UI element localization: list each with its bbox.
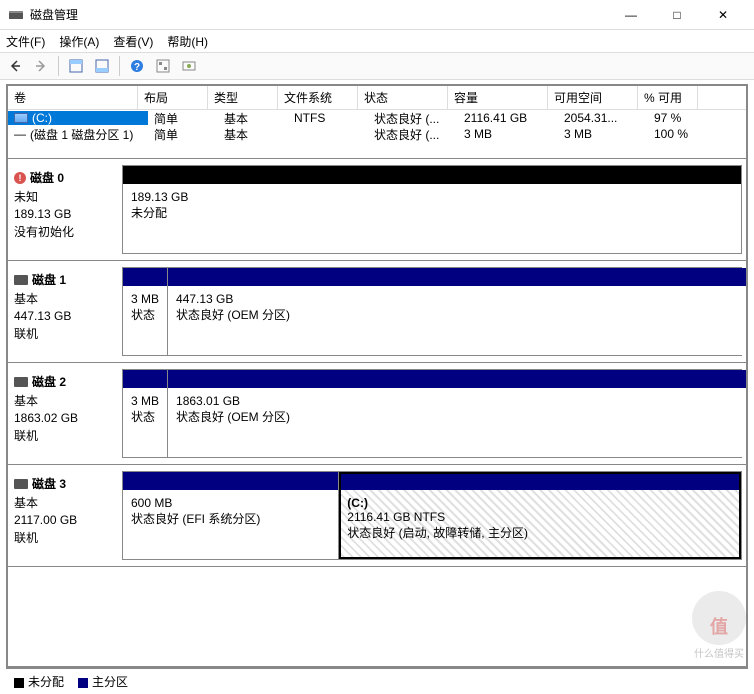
volume-list: 卷 布局 类型 文件系统 状态 容量 可用空间 % 可用 (C:)简单基本NTF… xyxy=(8,86,746,159)
partition-body: 600 MB状态良好 (EFI 系统分区) xyxy=(123,490,338,559)
disk-layout: 3 MB状态447.13 GB状态良好 (OEM 分区) xyxy=(122,267,742,356)
col-free[interactable]: 可用空间 xyxy=(548,86,638,109)
partition-body: 3 MB状态 xyxy=(123,388,167,457)
view-bottom-button[interactable] xyxy=(91,55,113,77)
partition[interactable]: 600 MB状态良好 (EFI 系统分区) xyxy=(123,472,339,559)
legend: 未分配 主分区 xyxy=(6,668,748,694)
error-icon: ! xyxy=(14,172,26,184)
col-layout[interactable]: 布局 xyxy=(138,86,208,109)
disk-layout: 3 MB状态1863.01 GB状态良好 (OEM 分区) xyxy=(122,369,742,458)
menu-action[interactable]: 操作(A) xyxy=(59,33,99,50)
partition[interactable]: 3 MB状态 xyxy=(123,370,168,457)
disk-info: 磁盘 2基本1863.02 GB联机 xyxy=(8,369,120,458)
minimize-button[interactable]: — xyxy=(608,0,654,30)
volume-rows[interactable]: (C:)简单基本NTFS状态良好 (...2116.41 GB2054.31..… xyxy=(8,110,746,158)
partition[interactable]: (C:)2116.41 GB NTFS状态良好 (启动, 故障转储, 主分区) xyxy=(339,472,741,559)
partition[interactable]: 1863.01 GB状态良好 (OEM 分区) xyxy=(168,370,746,457)
back-button[interactable] xyxy=(4,55,26,77)
col-volume[interactable]: 卷 xyxy=(8,86,138,109)
forward-button[interactable] xyxy=(30,55,52,77)
partition-header xyxy=(168,370,746,388)
disk-info: 磁盘 1基本447.13 GB联机 xyxy=(8,267,120,356)
help-button[interactable]: ? xyxy=(126,55,148,77)
partition-body: 3 MB状态 xyxy=(123,286,167,355)
disk-layout: 189.13 GB未分配 xyxy=(122,165,742,254)
disk-row: !磁盘 0未知189.13 GB没有初始化189.13 GB未分配 xyxy=(8,159,746,261)
disks-pane[interactable]: !磁盘 0未知189.13 GB没有初始化189.13 GB未分配磁盘 1基本4… xyxy=(8,159,746,666)
view-top-button[interactable] xyxy=(65,55,87,77)
col-status[interactable]: 状态 xyxy=(358,86,448,109)
menu-view[interactable]: 查看(V) xyxy=(113,33,153,50)
disk-row: 磁盘 2基本1863.02 GB联机3 MB状态1863.01 GB状态良好 (… xyxy=(8,363,746,465)
disk-info: !磁盘 0未知189.13 GB没有初始化 xyxy=(8,165,120,254)
volume-header-row: 卷 布局 类型 文件系统 状态 容量 可用空间 % 可用 xyxy=(8,86,746,110)
svg-text:?: ? xyxy=(134,62,140,73)
main-pane: 卷 布局 类型 文件系统 状态 容量 可用空间 % 可用 (C:)简单基本NTF… xyxy=(6,84,748,668)
disk-mgmt-icon xyxy=(8,7,24,23)
disk-icon xyxy=(14,377,28,387)
volume-icon: — xyxy=(14,127,26,141)
title-bar: 磁盘管理 — □ ✕ xyxy=(0,0,754,30)
col-pctfree[interactable]: % 可用 xyxy=(638,86,698,109)
maximize-button[interactable]: □ xyxy=(654,0,700,30)
col-capacity[interactable]: 容量 xyxy=(448,86,548,109)
action-button[interactable] xyxy=(178,55,200,77)
disk-icon xyxy=(14,275,28,285)
toolbar: ? xyxy=(0,52,754,80)
disk-icon xyxy=(14,479,28,489)
col-fs[interactable]: 文件系统 xyxy=(278,86,358,109)
partition-header xyxy=(123,268,167,286)
disk-info: 磁盘 3基本2117.00 GB联机 xyxy=(8,471,120,560)
menu-file[interactable]: 文件(F) xyxy=(6,33,45,50)
volume-row[interactable]: —(磁盘 1 磁盘分区 1)简单基本状态良好 (...3 MB3 MB100 % xyxy=(8,126,746,142)
volume-icon xyxy=(14,113,28,123)
menu-bar: 文件(F) 操作(A) 查看(V) 帮助(H) xyxy=(0,30,754,52)
menu-help[interactable]: 帮助(H) xyxy=(167,33,208,50)
partition-header xyxy=(168,268,746,286)
disk-layout: 600 MB状态良好 (EFI 系统分区)(C:)2116.41 GB NTFS… xyxy=(122,471,742,560)
partition[interactable]: 447.13 GB状态良好 (OEM 分区) xyxy=(168,268,746,355)
toolbar-separator xyxy=(58,56,59,76)
legend-unallocated: 未分配 xyxy=(14,673,64,690)
partition-body: 447.13 GB状态良好 (OEM 分区) xyxy=(168,286,746,355)
disk-row: 磁盘 3基本2117.00 GB联机600 MB状态良好 (EFI 系统分区)(… xyxy=(8,465,746,567)
partition[interactable]: 3 MB状态 xyxy=(123,268,168,355)
partition-header xyxy=(123,166,741,184)
close-button[interactable]: ✕ xyxy=(700,0,746,30)
toolbar-separator xyxy=(119,56,120,76)
partition-header xyxy=(123,370,167,388)
volume-row[interactable]: (C:)简单基本NTFS状态良好 (...2116.41 GB2054.31..… xyxy=(8,110,746,126)
partition[interactable]: 189.13 GB未分配 xyxy=(123,166,741,253)
partition-header xyxy=(123,472,338,490)
partition-header xyxy=(339,472,741,490)
window-title: 磁盘管理 xyxy=(30,6,608,23)
partition-body: (C:)2116.41 GB NTFS状态良好 (启动, 故障转储, 主分区) xyxy=(339,490,741,559)
col-type[interactable]: 类型 xyxy=(208,86,278,109)
legend-primary: 主分区 xyxy=(78,673,128,690)
partition-body: 1863.01 GB状态良好 (OEM 分区) xyxy=(168,388,746,457)
settings-button[interactable] xyxy=(152,55,174,77)
partition-body: 189.13 GB未分配 xyxy=(123,184,741,253)
disk-row: 磁盘 1基本447.13 GB联机3 MB状态447.13 GB状态良好 (OE… xyxy=(8,261,746,363)
